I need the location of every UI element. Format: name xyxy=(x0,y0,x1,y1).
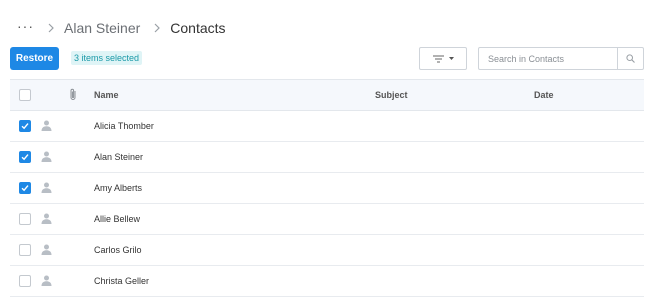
breadcrumb-more-button[interactable]: ··· xyxy=(17,19,34,33)
contact-name: Alicia Thomber xyxy=(94,121,154,131)
caret-down-icon xyxy=(448,57,454,60)
contact-person-icon xyxy=(41,275,52,288)
filter-dropdown-button[interactable] xyxy=(419,47,467,70)
table-row[interactable]: Christa Geller xyxy=(10,266,644,297)
row-checkbox-checked[interactable] xyxy=(19,151,31,163)
contact-name: Carlos Grilo xyxy=(94,245,142,255)
contact-person-icon xyxy=(41,182,52,195)
contacts-table: Name Subject Date Alicia Thomber Alan St… xyxy=(10,79,644,297)
row-checkbox-checked[interactable] xyxy=(19,182,31,194)
contact-name: Alan Steiner xyxy=(94,152,144,162)
column-header-name[interactable]: Name xyxy=(94,80,119,110)
restore-button[interactable]: Restore xyxy=(10,47,59,70)
table-row[interactable]: Amy Alberts xyxy=(10,173,644,204)
checkmark-icon xyxy=(21,123,29,130)
row-checkbox[interactable] xyxy=(19,275,31,287)
table-row[interactable]: Alicia Thomber xyxy=(10,111,644,142)
table-header: Name Subject Date xyxy=(10,79,644,111)
contact-person-icon xyxy=(41,213,52,226)
checkmark-icon xyxy=(21,185,29,192)
chevron-right-icon xyxy=(48,21,54,36)
table-row[interactable]: Carlos Grilo xyxy=(10,235,644,266)
search-icon xyxy=(626,50,635,68)
breadcrumb-item-contacts: Contacts xyxy=(170,20,226,36)
column-header-date[interactable]: Date xyxy=(534,80,554,110)
search-button[interactable] xyxy=(617,48,643,69)
breadcrumb: ··· Alan Steiner Contacts xyxy=(17,18,226,38)
filter-icon xyxy=(432,54,444,63)
chevron-right-icon xyxy=(154,21,161,36)
contact-person-icon xyxy=(41,120,52,133)
search-box xyxy=(478,47,644,70)
contact-name: Amy Alberts xyxy=(94,183,143,193)
contact-person-icon xyxy=(41,151,52,164)
breadcrumb-item-user[interactable]: Alan Steiner xyxy=(64,20,140,36)
search-input[interactable] xyxy=(479,48,618,69)
selection-count-badge: 3 items selected xyxy=(71,51,143,65)
column-header-subject[interactable]: Subject xyxy=(375,80,408,110)
checkmark-icon xyxy=(21,154,29,161)
table-row[interactable]: Allie Bellew xyxy=(10,204,644,235)
contact-name: Christa Geller xyxy=(94,276,150,286)
row-checkbox[interactable] xyxy=(19,244,31,256)
table-row[interactable]: Alan Steiner xyxy=(10,142,644,173)
attachment-icon[interactable] xyxy=(69,88,77,103)
row-checkbox[interactable] xyxy=(19,213,31,225)
contact-person-icon xyxy=(41,244,52,257)
row-checkbox-checked[interactable] xyxy=(19,120,31,132)
table-body: Alicia Thomber Alan Steiner Amy Alberts xyxy=(10,111,644,297)
contact-name: Allie Bellew xyxy=(94,214,141,224)
select-all-checkbox[interactable] xyxy=(19,89,31,101)
